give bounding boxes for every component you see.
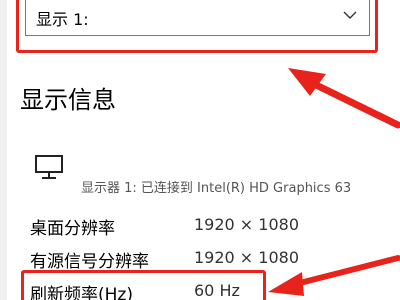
row-label-active-signal-resolution: 有源信号分辨率 bbox=[30, 252, 149, 272]
display-settings-page: 显示 1: 显示信息 显示器 1: 已连接到 Intel(R) HD Graph… bbox=[0, 0, 400, 300]
annotation-arrow-top bbox=[288, 68, 400, 129]
row-value-desktop-resolution: 1920 × 1080 bbox=[194, 215, 300, 234]
monitor-connection-text: 显示器 1: 已连接到 Intel(R) HD Graphics 63 bbox=[81, 181, 352, 196]
row-value-active-signal-resolution: 1920 × 1080 bbox=[194, 248, 300, 267]
monitor-icon bbox=[35, 155, 63, 179]
section-title: 显示信息 bbox=[20, 86, 116, 114]
left-pane-edge bbox=[0, 0, 7, 300]
dropdown-highlight-box bbox=[16, 0, 378, 53]
row-label-desktop-resolution: 桌面分辨率 bbox=[30, 219, 115, 239]
refresh-rate-highlight-box bbox=[21, 270, 266, 300]
